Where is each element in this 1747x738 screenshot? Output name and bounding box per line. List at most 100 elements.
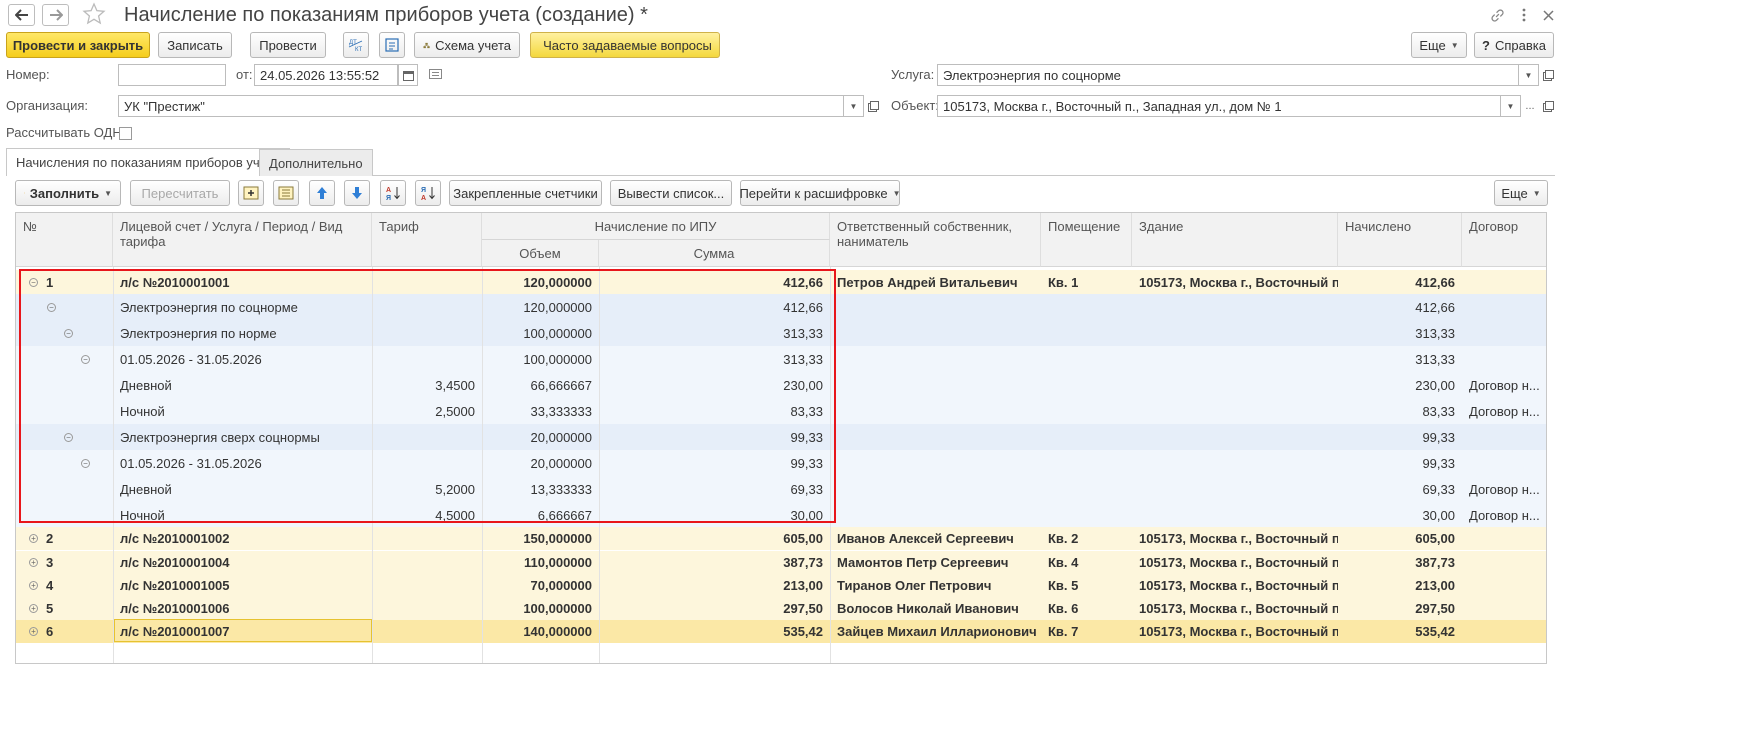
move-down-button[interactable] <box>344 180 370 206</box>
col-header-ipu-group: Начисление по ИПУ <box>482 213 830 240</box>
service-open-button[interactable] <box>1539 64 1557 86</box>
post-button[interactable]: Провести <box>250 32 326 58</box>
accounting-scheme-button[interactable]: Схема учета <box>414 32 520 58</box>
table-more-button[interactable]: Еще ▼ <box>1494 180 1548 206</box>
go-breakdown-button[interactable]: Перейти к расшифровке ▼ <box>739 180 901 206</box>
charges-table[interactable]: № Лицевой счет / Услуга / Период / Вид т… <box>15 212 1547 664</box>
organization-dropdown-button[interactable]: ▼ <box>844 95 864 117</box>
cell-num: − <box>16 320 113 346</box>
table-row[interactable]: − Электроэнергия по норме 100,000000 313,33… <box>16 320 1546 346</box>
col-header-contract[interactable]: Договор <box>1462 213 1546 267</box>
cell-num <box>16 372 113 398</box>
object-open-button[interactable] <box>1539 95 1557 117</box>
col-header-num[interactable]: № <box>16 213 113 267</box>
sort-asc-button[interactable]: АЯ <box>380 180 406 206</box>
col-header-building[interactable]: Здание <box>1132 213 1338 267</box>
table-row[interactable]: +2 л/с №2010001002 150,000000 605,00 Иванов … <box>16 527 1546 550</box>
object-field[interactable]: 105173, Москва г., Восточный п., Западна… <box>937 95 1501 117</box>
cell-owner: Тиранов Олег Петрович <box>837 578 992 593</box>
collapse-row-icon[interactable]: − <box>29 277 38 287</box>
organization-field[interactable]: УК "Престиж" <box>118 95 844 117</box>
more-button[interactable]: Еще ▼ <box>1411 32 1467 58</box>
col-header-tariff[interactable]: Тариф <box>372 213 482 267</box>
collapse-row-icon[interactable]: − <box>64 432 73 442</box>
table-row[interactable]: +5 л/с №2010001006 100,000000 297,50 Волосов… <box>16 597 1546 620</box>
expand-row-icon[interactable]: + <box>29 558 38 567</box>
favorite-button[interactable] <box>82 2 106 26</box>
cell-building <box>1132 372 1338 398</box>
col-header-owner[interactable]: Ответственный собственник, наниматель <box>830 213 1041 267</box>
cell-charged: 83,33 <box>1422 403 1455 419</box>
table-row[interactable]: − 01.05.2026 - 31.05.2026 20,000000 99,33 99… <box>16 450 1546 476</box>
collapse-row-icon[interactable]: − <box>47 302 56 312</box>
table-row[interactable]: +6 л/с №2010001007 140,000000 535,42 Зайцев … <box>16 620 1546 643</box>
collapse-row-icon[interactable]: − <box>81 458 90 468</box>
output-list-button[interactable]: Вывести список... <box>610 180 732 206</box>
table-row[interactable]: Ночной 4,5000 6,666667 30,00 30,00 Договор н.… <box>16 502 1546 528</box>
back-button[interactable] <box>8 4 35 26</box>
tab-meter-charges[interactable]: Начисления по показаниям приборов учета <box>6 148 290 176</box>
cell-tariff <box>372 597 482 620</box>
number-field[interactable] <box>118 64 226 86</box>
move-up-icon <box>317 187 327 199</box>
save-button[interactable]: Записать <box>158 32 232 58</box>
table-row[interactable]: Ночной 2,5000 33,333333 83,33 83,33 Договор н… <box>16 398 1546 424</box>
table-row[interactable]: +4 л/с №2010001005 70,000000 213,00 Тиранов … <box>16 574 1546 597</box>
tab-additional[interactable]: Дополнительно <box>259 149 373 176</box>
svg-text:КТ: КТ <box>355 47 362 53</box>
col-header-account[interactable]: Лицевой счет / Услуга / Период / Вид тар… <box>113 213 372 267</box>
fill-button[interactable]: Заполнить ▼ <box>15 180 121 206</box>
service-field[interactable]: Электроэнергия по соцнорме <box>937 64 1519 86</box>
cell-charged: 69,33 <box>1422 481 1455 497</box>
recalculate-button[interactable]: Пересчитать <box>130 180 230 206</box>
object-dropdown-button[interactable]: ▼ <box>1501 95 1521 117</box>
table-row[interactable]: − 01.05.2026 - 31.05.2026 100,000000 313,33… <box>16 346 1546 372</box>
more-actions-button[interactable] <box>1514 5 1534 25</box>
expand-row-icon[interactable]: + <box>29 534 38 543</box>
close-button[interactable] <box>1538 5 1558 25</box>
cell-building: 105173, Москва г., Восточный п., ... <box>1139 531 1338 546</box>
table-row[interactable]: +3 л/с №2010001004 110,000000 387,73 Мамонто… <box>16 551 1546 574</box>
calc-odn-checkbox[interactable] <box>119 127 132 140</box>
fixed-meters-button[interactable]: Закрепленные счетчики <box>449 180 602 206</box>
table-row[interactable]: Дневной 3,4500 66,666667 230,00 230,00 Догово… <box>16 372 1546 398</box>
col-header-volume[interactable]: Объем <box>482 240 599 267</box>
collapse-row-icon[interactable]: − <box>81 354 90 364</box>
structure-button[interactable] <box>379 32 405 58</box>
sort-desc-button[interactable]: ЯА <box>415 180 441 206</box>
table-row[interactable]: − Электроэнергия по соцнорме 120,000000 412… <box>16 294 1546 320</box>
organization-open-button[interactable] <box>864 95 882 117</box>
col-header-charged[interactable]: Начислено <box>1338 213 1462 267</box>
table-row[interactable]: − Электроэнергия сверх соцнормы 20,000000 9… <box>16 424 1546 450</box>
comment-button[interactable] <box>426 63 444 85</box>
collapse-row-icon[interactable]: − <box>64 328 73 338</box>
faq-button[interactable]: ? Часто задаваемые вопросы <box>530 32 720 58</box>
expand-row-icon[interactable]: + <box>29 581 38 590</box>
collapse-button[interactable] <box>273 180 299 206</box>
expand-row-icon[interactable]: + <box>29 627 38 636</box>
cell-account: 01.05.2026 - 31.05.2026 <box>120 455 262 471</box>
chevron-down-icon: ▼ <box>1524 70 1533 80</box>
calendar-button[interactable] <box>398 64 418 86</box>
link-button[interactable] <box>1487 5 1507 25</box>
col-header-room[interactable]: Помещение <box>1041 213 1132 267</box>
cell-charged: 99,33 <box>1422 455 1455 471</box>
date-field[interactable]: 24.05.2026 13:55:52 <box>254 64 398 86</box>
cell-account: л/с №2010001002 <box>120 531 230 546</box>
expand-row-icon[interactable]: + <box>29 604 38 613</box>
object-clear-button[interactable]: ... <box>1521 95 1539 117</box>
move-up-button[interactable] <box>309 180 335 206</box>
table-row[interactable]: Дневной 5,2000 13,333333 69,33 69,33 Договор … <box>16 476 1546 502</box>
cell-volume: 66,666667 <box>530 377 592 393</box>
forward-button[interactable] <box>42 4 69 26</box>
col-header-sum[interactable]: Сумма <box>599 240 830 267</box>
help-button[interactable]: ? Справка <box>1474 32 1554 58</box>
table-row[interactable]: −1 л/с №2010001001 120,000000 412,66 Петров … <box>16 270 1546 294</box>
cell-volume: 120,000000 <box>523 299 592 315</box>
cell-account: Электроэнергия по соцнорме <box>120 299 298 315</box>
dt-kt-button[interactable]: ДТ КТ <box>343 32 369 58</box>
post-and-close-button[interactable]: Провести и закрыть <box>6 32 150 58</box>
service-dropdown-button[interactable]: ▼ <box>1519 64 1539 86</box>
add-row-button[interactable] <box>238 180 264 206</box>
svg-text:Я: Я <box>421 187 426 194</box>
